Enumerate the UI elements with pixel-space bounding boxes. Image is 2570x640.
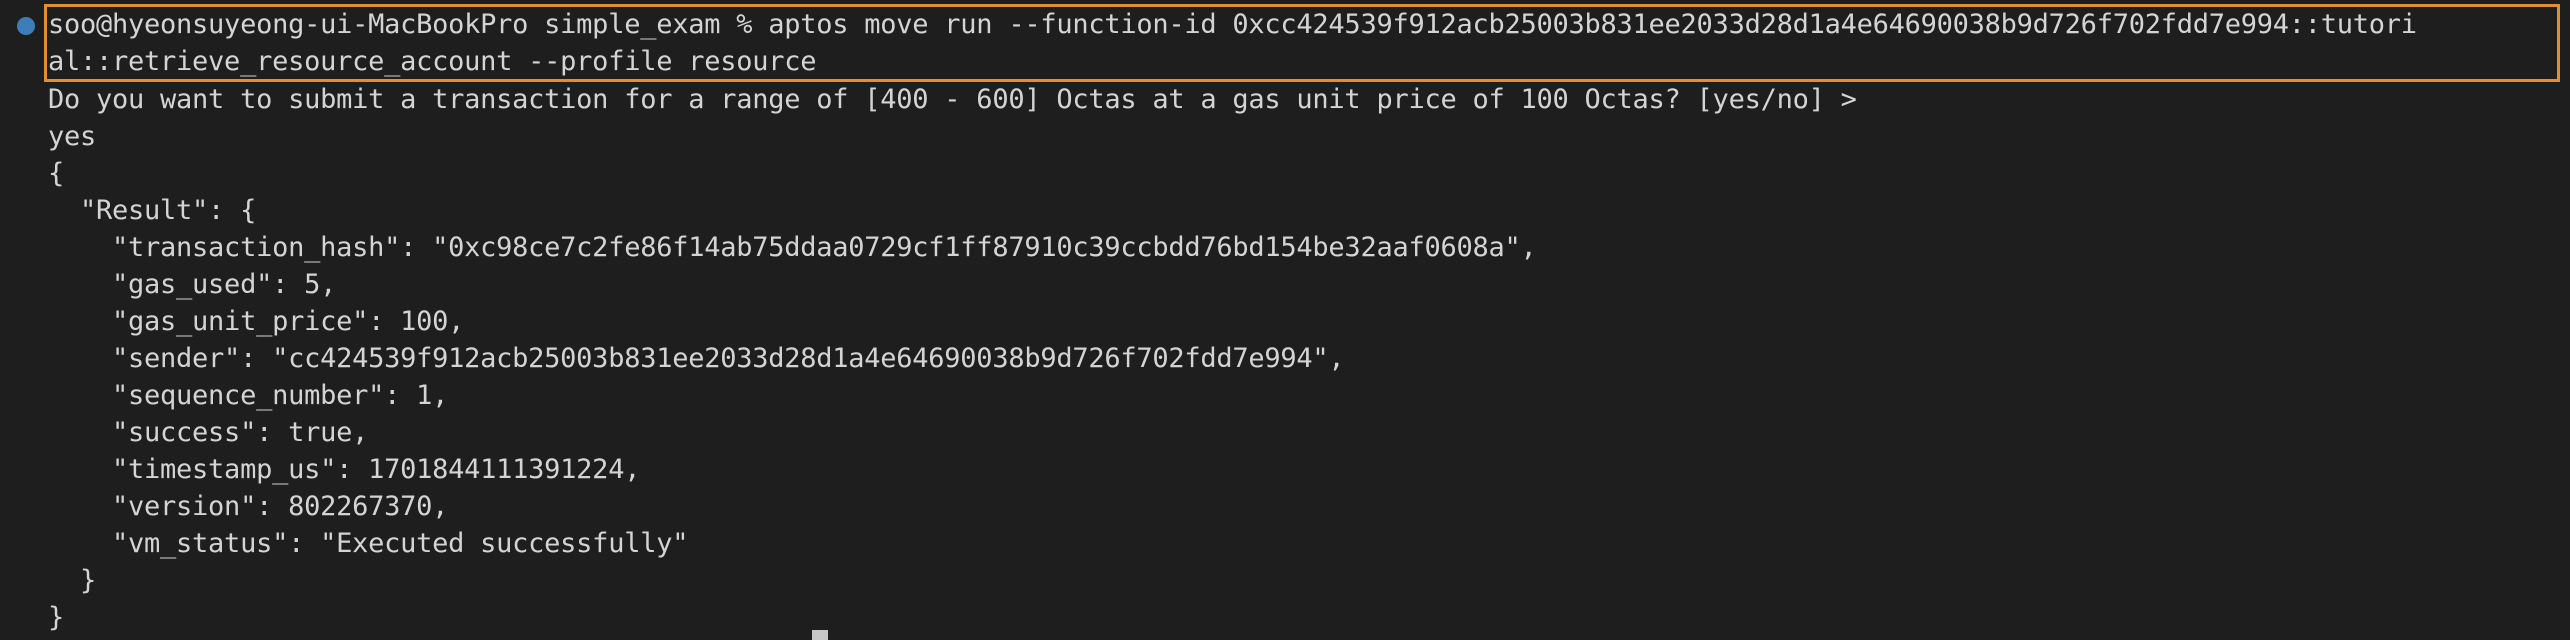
output-line: "Result": { xyxy=(48,195,257,226)
output-line: "transaction_hash": "0xc98ce7c2fe86f14ab… xyxy=(48,232,1537,263)
terminal-panel[interactable]: soo@hyeonsuyeong-ui-MacBookPro simple_ex… xyxy=(0,0,2570,640)
confirmation-prompt: Do you want to submit a transaction for … xyxy=(48,84,1857,115)
output-line: "vm_status": "Executed successfully" xyxy=(48,528,689,559)
terminal-cursor[interactable] xyxy=(812,630,828,640)
output-line: "sequence_number": 1, xyxy=(48,380,449,411)
output-line: "success": true, xyxy=(48,417,369,448)
output-line: { xyxy=(48,158,65,189)
output-line: "gas_used": 5, xyxy=(48,269,337,300)
output-line: "version": 802267370, xyxy=(48,491,449,522)
user-answer: yes xyxy=(48,121,97,152)
output-line: "sender": "cc424539f912acb25003b831ee203… xyxy=(48,343,1345,374)
output-line: } xyxy=(48,565,97,596)
command-status-icon[interactable] xyxy=(17,17,35,35)
output-line: } xyxy=(48,602,65,633)
output-line: "timestamp_us": 1701844111391224, xyxy=(48,454,641,485)
command-line-1: soo@hyeonsuyeong-ui-MacBookPro simple_ex… xyxy=(48,9,2417,40)
output-line: "gas_unit_price": 100, xyxy=(48,306,465,337)
command-line-2: al::retrieve_resource_account --profile … xyxy=(48,46,817,77)
